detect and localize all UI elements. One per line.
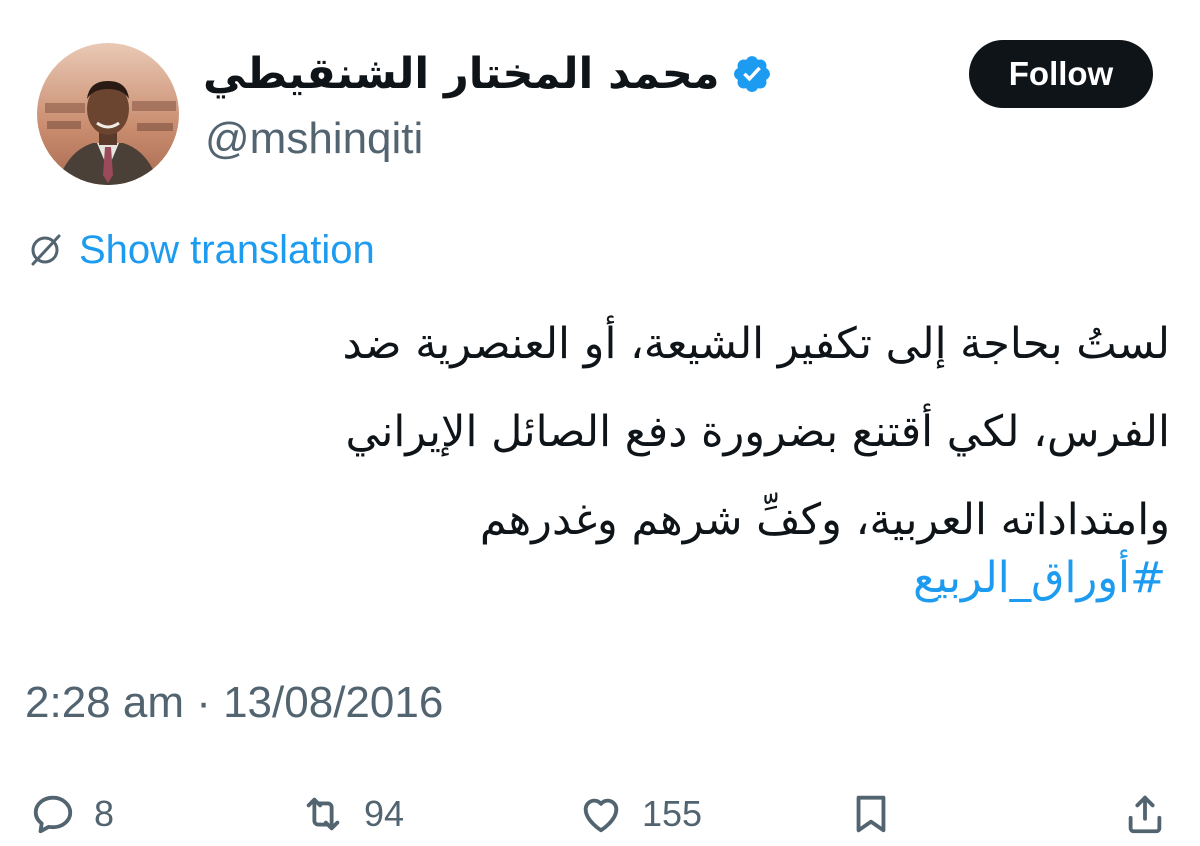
translate-globe-icon [25,230,65,270]
user-handle[interactable]: @mshinqiti [205,114,423,164]
hashtag-link[interactable]: #أوراق_الربيع [913,538,1166,618]
verified-badge-icon [731,53,773,95]
heart-icon [578,791,624,837]
show-translation-link[interactable]: Show translation [25,222,375,278]
like-button[interactable]: 155 [578,786,702,842]
share-icon [1122,791,1168,837]
bookmark-button[interactable] [848,786,894,842]
like-count: 155 [642,793,703,834]
tweet-text-line: الفرس، لكي أقتنع بضرورة دفع الصائل الإير… [345,407,1170,457]
avatar[interactable] [37,43,179,185]
retweet-button[interactable]: 94 [300,786,404,842]
tweet-timestamp[interactable]: 2:28 am · 13/08/2016 [25,678,443,728]
follow-button[interactable]: Follow [969,40,1153,108]
reply-count: 8 [94,793,115,834]
display-name[interactable]: محمد المختار الشنقيطي [203,49,719,99]
reply-button[interactable]: 8 [30,786,114,842]
bookmark-icon [848,791,894,837]
retweet-count: 94 [364,793,405,834]
tweet-text-line: لستُ بحاجة إلى تكفير الشيعة، أو العنصرية… [342,319,1170,369]
share-button[interactable] [1122,786,1168,842]
reply-icon [30,791,76,837]
show-translation-label[interactable]: Show translation [79,228,375,273]
tweet-text: لستُ بحاجة إلى تكفير الشيعة، أو العنصرية… [20,300,1170,564]
tweet-card: محمد المختار الشنقيطي @mshinqiti Follow … [0,0,1200,846]
retweet-icon [300,791,346,837]
display-name-row[interactable]: محمد المختار الشنقيطي [203,42,773,106]
